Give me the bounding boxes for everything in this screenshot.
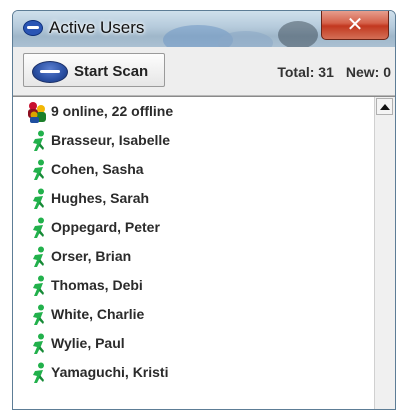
scroll-up-arrow-icon[interactable]	[376, 98, 393, 115]
user-row[interactable]: Hughes, Sarah	[13, 184, 375, 213]
user-name: Thomas, Debi	[51, 277, 143, 293]
toolbar: Start Scan Total: 31 New: 0	[13, 47, 395, 96]
user-row[interactable]: Thomas, Debi	[13, 271, 375, 300]
app-icon	[23, 20, 43, 36]
titlebar-glass-reflection	[218, 31, 273, 47]
user-list: 9 online, 22 offline Brasseur, Isabelle C…	[13, 96, 395, 409]
user-name: Yamaguchi, Kristi	[51, 364, 169, 380]
user-name: Oppegard, Peter	[51, 219, 160, 235]
user-row[interactable]: Oppegard, Peter	[13, 213, 375, 242]
user-row[interactable]: Yamaguchi, Kristi	[13, 358, 375, 387]
online-person-icon	[33, 188, 44, 209]
total-count: Total: 31	[277, 64, 334, 80]
title-bar[interactable]: Active Users ✕	[13, 11, 395, 47]
online-person-icon	[33, 159, 44, 180]
summary-row[interactable]: 9 online, 22 offline	[13, 97, 375, 126]
close-button[interactable]: ✕	[321, 11, 389, 40]
user-name: Cohen, Sasha	[51, 161, 144, 177]
titlebar-glass-reflection	[278, 21, 318, 47]
active-users-window: Active Users ✕ Start Scan Total: 31 New: …	[12, 10, 396, 410]
start-scan-button[interactable]: Start Scan	[23, 53, 165, 87]
user-row[interactable]: Cohen, Sasha	[13, 155, 375, 184]
user-name: Brasseur, Isabelle	[51, 132, 171, 148]
user-list-rows: 9 online, 22 offline Brasseur, Isabelle C…	[13, 97, 375, 387]
online-person-icon	[33, 362, 44, 383]
window-title: Active Users	[49, 18, 145, 37]
user-row[interactable]: Wylie, Paul	[13, 329, 375, 358]
online-summary: 9 online, 22 offline	[51, 103, 174, 119]
user-name: White, Charlie	[51, 306, 145, 322]
vertical-scrollbar[interactable]	[374, 97, 395, 409]
start-scan-label: Start Scan	[74, 63, 149, 80]
close-icon: ✕	[346, 12, 364, 36]
user-row[interactable]: Orser, Brian	[13, 242, 375, 271]
respond-logo-icon	[32, 61, 68, 83]
user-name: Orser, Brian	[51, 248, 132, 264]
online-person-icon	[33, 304, 44, 325]
user-row[interactable]: White, Charlie	[13, 300, 375, 329]
user-stats: Total: 31 New: 0	[277, 64, 391, 80]
new-count: New: 0	[345, 64, 391, 80]
user-row[interactable]: Brasseur, Isabelle	[13, 126, 375, 155]
user-name: Wylie, Paul	[51, 335, 125, 351]
online-person-icon	[33, 217, 44, 238]
online-person-icon	[33, 246, 44, 267]
online-person-icon	[33, 333, 44, 354]
user-name: Hughes, Sarah	[51, 190, 150, 206]
online-person-icon	[33, 275, 44, 296]
users-group-icon	[28, 102, 46, 123]
online-person-icon	[33, 130, 44, 151]
